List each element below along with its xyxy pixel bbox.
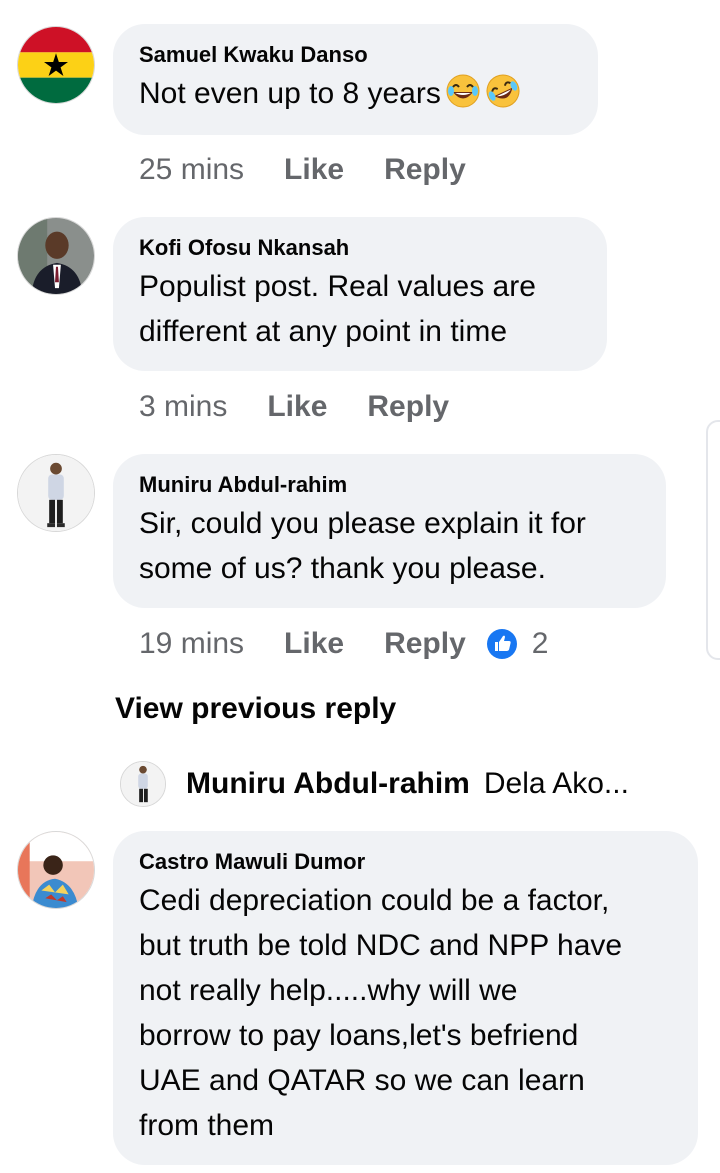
avatar[interactable] — [17, 831, 95, 909]
reply-button[interactable]: Reply — [384, 627, 466, 661]
comment-bubble: Muniru Abdul-rahim Sir, could you please… — [113, 454, 666, 608]
like-reaction-icon[interactable] — [486, 628, 518, 660]
standing-person-icon — [121, 762, 165, 806]
comment-text-line: but truth be told NDC and NPP have — [139, 929, 623, 962]
comment-timestamp: 19 mins — [139, 627, 245, 660]
comment-text-line: from them — [139, 1109, 275, 1142]
comment-actions: 25 mins Like Reply — [139, 150, 486, 190]
comment-timestamp: 3 mins — [139, 390, 228, 423]
like-button[interactable]: Like — [267, 390, 327, 424]
comment-bubble: Castro Mawuli Dumor Cedi depreciation co… — [113, 831, 698, 1165]
ghana-flag-icon — [18, 27, 94, 103]
comment-text-line: different at any point in time — [139, 315, 507, 348]
comment-actions: 3 mins Like Reply — [139, 387, 469, 427]
avatar[interactable] — [17, 26, 95, 104]
comment-text-line: Populist post. Real values are — [139, 270, 536, 303]
comment-author[interactable]: Samuel Kwaku Danso — [139, 41, 572, 69]
comment-actions: 19 mins Like Reply 2 — [139, 624, 548, 664]
comment-text-line: Sir, could you please explain it for — [139, 507, 586, 540]
comment-text-line: UAE and QATAR so we can learn — [139, 1064, 585, 1097]
person-outdoors-icon — [18, 832, 94, 908]
comment-bubble: Samuel Kwaku Danso Not even up to 8 year… — [113, 24, 598, 135]
reply-button[interactable]: Reply — [367, 390, 449, 424]
standing-person-icon — [18, 455, 94, 531]
avatar[interactable] — [17, 217, 95, 295]
comment-text-line: borrow to pay loans,let's befriend — [139, 1019, 579, 1052]
side-panel-edge — [706, 420, 720, 660]
comment-bubble: Kofi Ofosu Nkansah Populist post. Real v… — [113, 217, 607, 371]
like-button[interactable]: Like — [284, 153, 344, 187]
comment-text-line: Cedi depreciation could be a factor, — [139, 884, 610, 917]
like-button[interactable]: Like — [284, 627, 344, 661]
avatar[interactable] — [17, 454, 95, 532]
comment-text: Cedi depreciation could be a factor, but… — [139, 878, 672, 1148]
rolling-laughing-emoji-icon — [446, 74, 480, 108]
reply-button[interactable]: Reply — [384, 153, 466, 187]
comment-text-line: some of us? thank you please. — [139, 552, 546, 585]
comment-text: Populist post. Real values are different… — [139, 264, 581, 354]
comment-text-line: not really help.....why will we — [139, 974, 518, 1007]
reply-author[interactable]: Muniru Abdul-rahim — [186, 767, 470, 801]
comment-author[interactable]: Kofi Ofosu Nkansah — [139, 234, 581, 262]
comment-text: Not even up to 8 years — [139, 71, 572, 116]
rolling-laughing-emoji-icon — [486, 74, 520, 108]
comment-text-content: Not even up to 8 years — [139, 77, 441, 110]
reply-snippet: Dela Ako... — [483, 767, 629, 800]
comment-author[interactable]: Castro Mawuli Dumor — [139, 848, 672, 876]
reply-preview[interactable]: Muniru Abdul-rahim Dela Ako... — [120, 760, 629, 808]
comment-author[interactable]: Muniru Abdul-rahim — [139, 471, 640, 499]
comments-page: Samuel Kwaku Danso Not even up to 8 year… — [0, 0, 720, 1173]
reaction-count[interactable]: 2 — [532, 627, 549, 661]
view-previous-reply-link[interactable]: View previous reply — [115, 692, 396, 726]
avatar[interactable] — [120, 761, 166, 807]
man-in-suit-icon — [18, 218, 94, 294]
comment-text: Sir, could you please explain it for som… — [139, 501, 640, 591]
comment-timestamp: 25 mins — [139, 153, 245, 186]
